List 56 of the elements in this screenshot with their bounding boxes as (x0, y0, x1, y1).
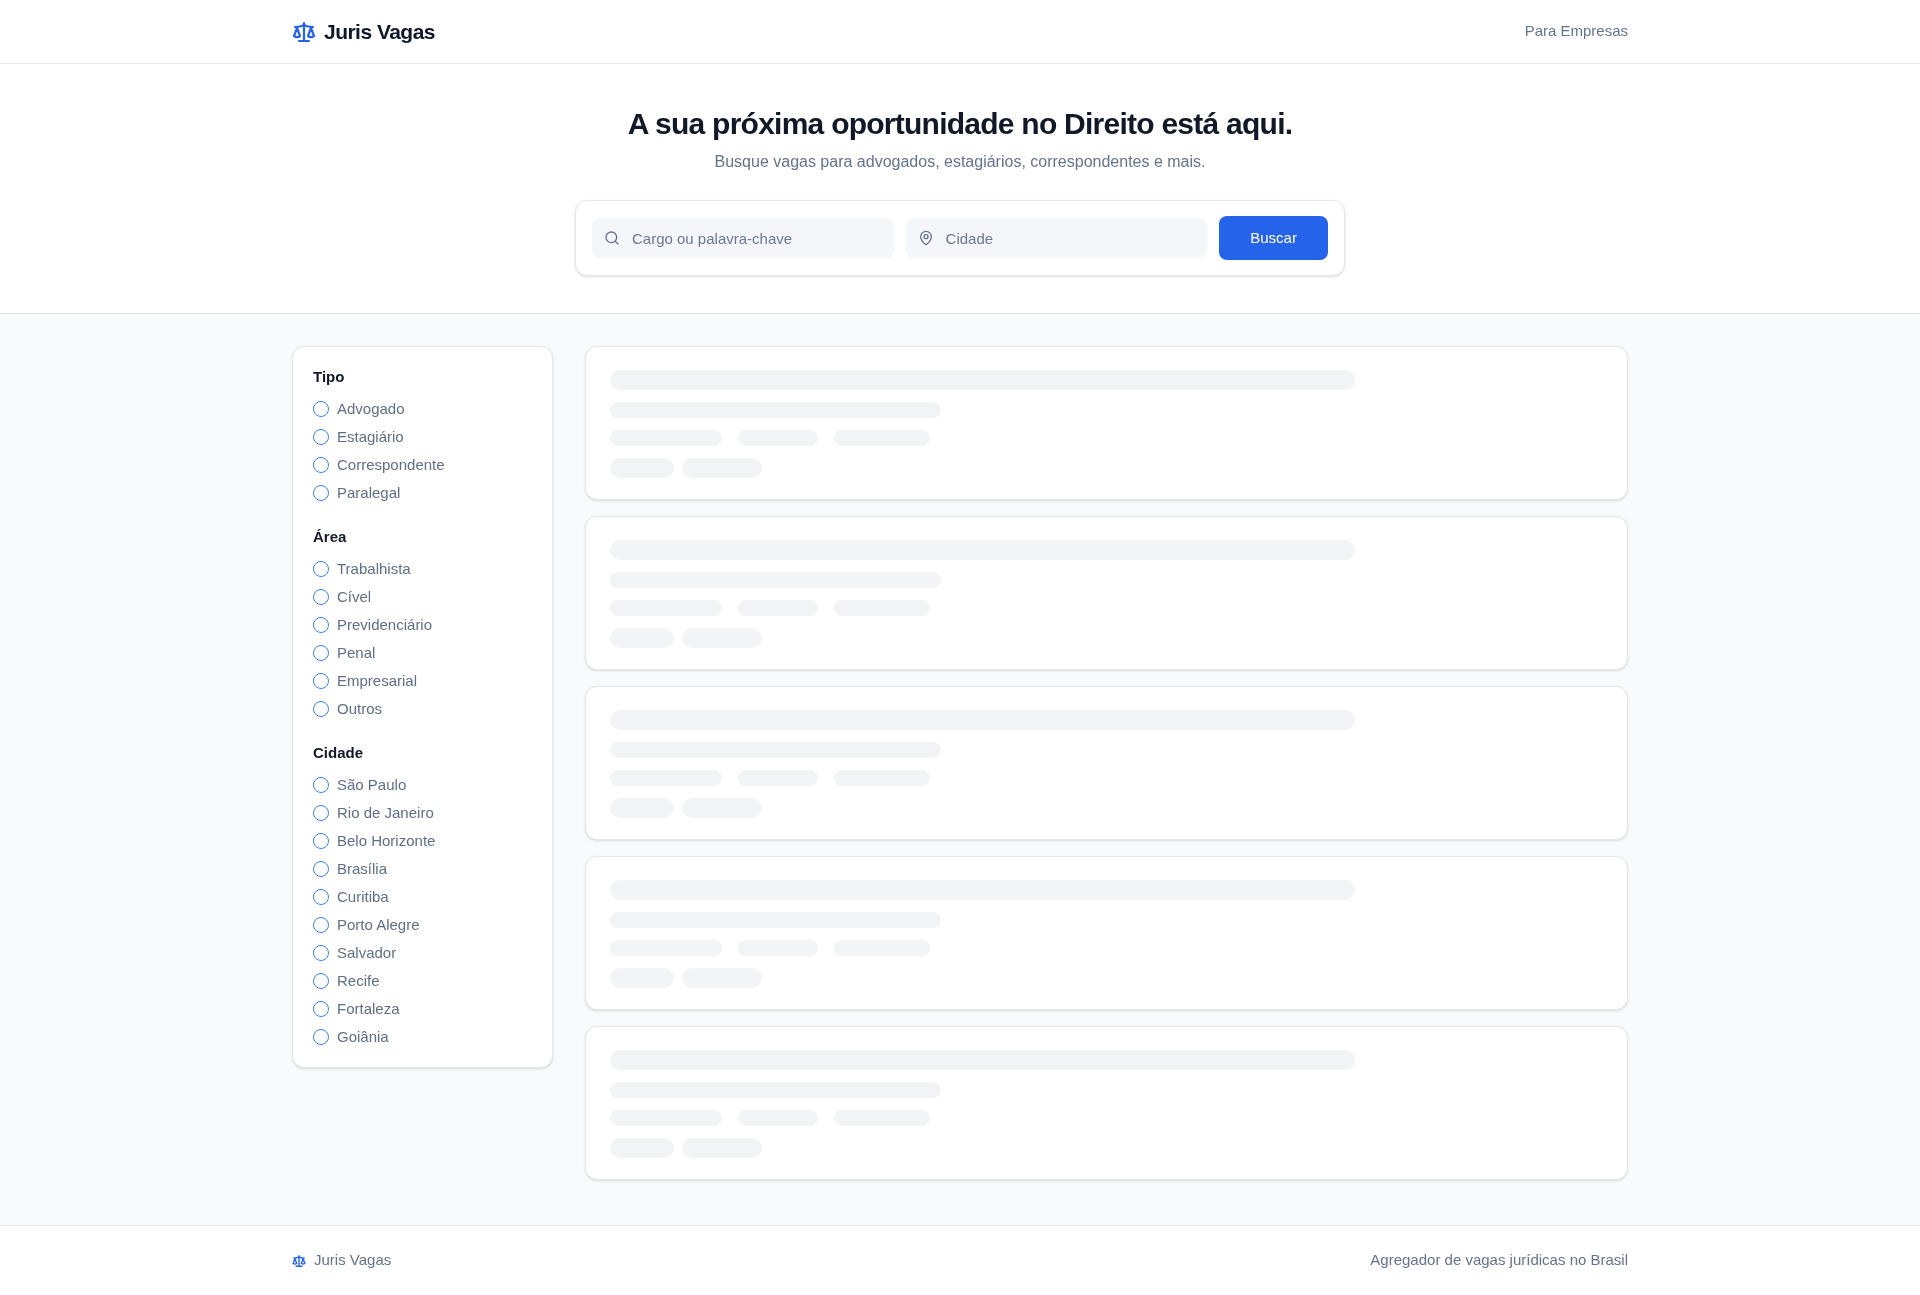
radio-button[interactable] (313, 889, 329, 905)
radio-button[interactable] (313, 833, 329, 849)
hero-subtitle: Busque vagas para advogados, estagiários, correspondentes e mais. (714, 152, 1206, 172)
option-label: Rio de Janeiro (337, 802, 434, 823)
radio-button[interactable] (313, 701, 329, 717)
brand-name: Juris Vagas (324, 18, 435, 45)
radio-button[interactable] (313, 561, 329, 577)
radio-button[interactable] (313, 485, 329, 501)
radio-button[interactable] (313, 1029, 329, 1045)
option-label: Porto Alegre (337, 914, 420, 935)
option-label: Salvador (337, 942, 397, 963)
option-label: Correspondente (337, 454, 445, 475)
nav-link[interactable]: Para Empresas (1524, 20, 1628, 43)
radio-button[interactable] (313, 917, 329, 933)
location-pin-icon (917, 230, 934, 246)
radio-button[interactable] (313, 457, 329, 473)
option-label: Paralegal (337, 482, 401, 503)
option-label: Penal (337, 642, 376, 663)
hero-title: A sua próxima oportunidade no Direito está aqui. (627, 106, 1293, 142)
filter-heading: Cidade (313, 743, 364, 763)
radio-button[interactable] (313, 805, 329, 821)
footer-tagline: Agregador de vagas jurídicas no Brasil (1370, 1250, 1628, 1271)
city-field[interactable]: Cidade (905, 218, 1208, 258)
keyword-field[interactable]: Cargo ou palavra-chave (592, 218, 894, 258)
radio-button[interactable] (313, 777, 329, 793)
scales-icon (292, 1253, 306, 1268)
option-label: Fortaleza (337, 998, 400, 1019)
radio-button[interactable] (313, 1001, 329, 1017)
option-label: Trabalhista (337, 558, 411, 579)
radio-button[interactable] (313, 589, 329, 605)
option-label: Estagiário (337, 426, 404, 447)
radio-button[interactable] (313, 401, 329, 417)
option-label: Brasília (337, 858, 388, 879)
radio-button[interactable] (313, 645, 329, 661)
radio-button[interactable] (313, 429, 329, 445)
radio-button[interactable] (313, 945, 329, 961)
filter-heading: Tipo (313, 367, 346, 387)
option-label: Belo Horizonte (337, 830, 436, 851)
filter-heading: Área (313, 527, 348, 547)
search-button[interactable]: Buscar (1219, 216, 1328, 260)
option-label: São Paulo (337, 774, 407, 795)
option-label: Curitiba (337, 886, 389, 907)
scales-icon (292, 19, 316, 44)
option-label: Previdenciário (337, 614, 433, 635)
radio-button[interactable] (313, 973, 329, 989)
option-label: Cível (337, 586, 372, 607)
option-label: Advogado (337, 398, 405, 419)
footer-brand: Juris Vagas (314, 1250, 392, 1271)
search-icon (604, 230, 620, 246)
radio-button[interactable] (313, 617, 329, 633)
option-label: Outros (337, 698, 382, 719)
option-label: Recife (337, 970, 380, 991)
radio-button[interactable] (313, 861, 329, 877)
option-label: Empresarial (337, 670, 418, 691)
option-label: Goiânia (337, 1026, 389, 1047)
radio-button[interactable] (313, 673, 329, 689)
